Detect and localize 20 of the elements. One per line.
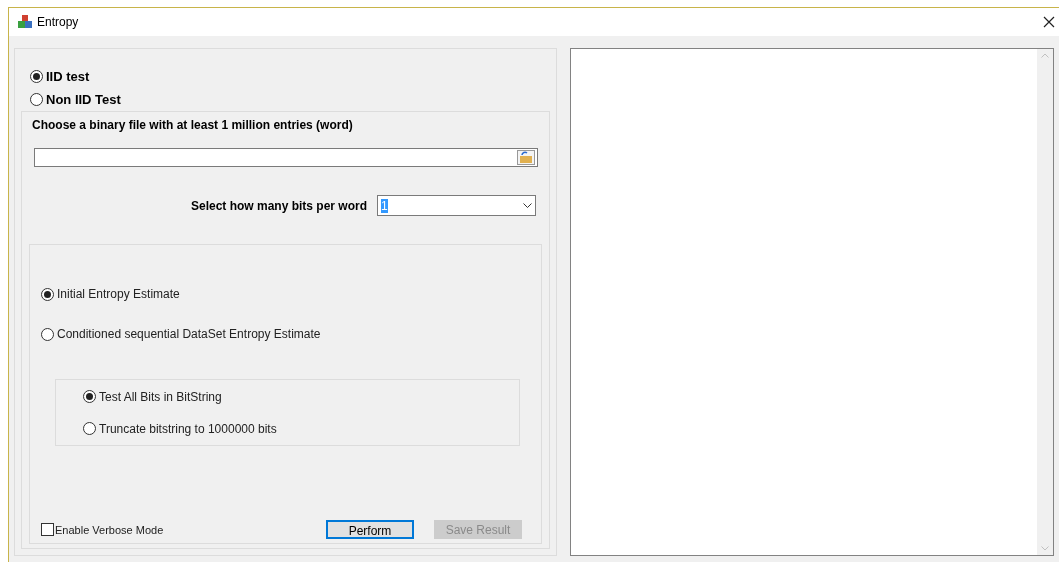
scroll-down-icon[interactable] (1041, 546, 1049, 551)
radio-option[interactable]: Conditioned sequential DataSet Entropy Estimate (41, 325, 321, 343)
file-label: Choose a binary file with at least 1 million entries (word) (32, 117, 354, 134)
app-icon (17, 14, 33, 30)
bits-label: Select how many bits per word (190, 197, 367, 215)
scrollbar[interactable] (1037, 49, 1053, 555)
radio-option[interactable]: Test All Bits in BitString (83, 387, 222, 406)
radio-option[interactable]: Initial Entropy Estimate (41, 285, 180, 303)
output-area[interactable] (570, 48, 1054, 556)
folder-icon[interactable] (517, 150, 535, 165)
window-title: Entropy (37, 14, 79, 31)
close-icon[interactable] (1043, 16, 1055, 28)
radio-option[interactable]: Non IID Test (30, 89, 121, 109)
radio-option[interactable]: IID test (30, 67, 90, 87)
chevron-down-icon (523, 202, 532, 209)
action-button[interactable]: Perform (326, 520, 414, 539)
file-field[interactable] (34, 148, 538, 167)
scroll-up-icon[interactable] (1041, 53, 1049, 58)
radio-option[interactable]: Truncate bitstring to 1000000 bits (83, 419, 277, 438)
verbose-checkbox[interactable]: Enable Verbose Mode (41, 521, 164, 538)
